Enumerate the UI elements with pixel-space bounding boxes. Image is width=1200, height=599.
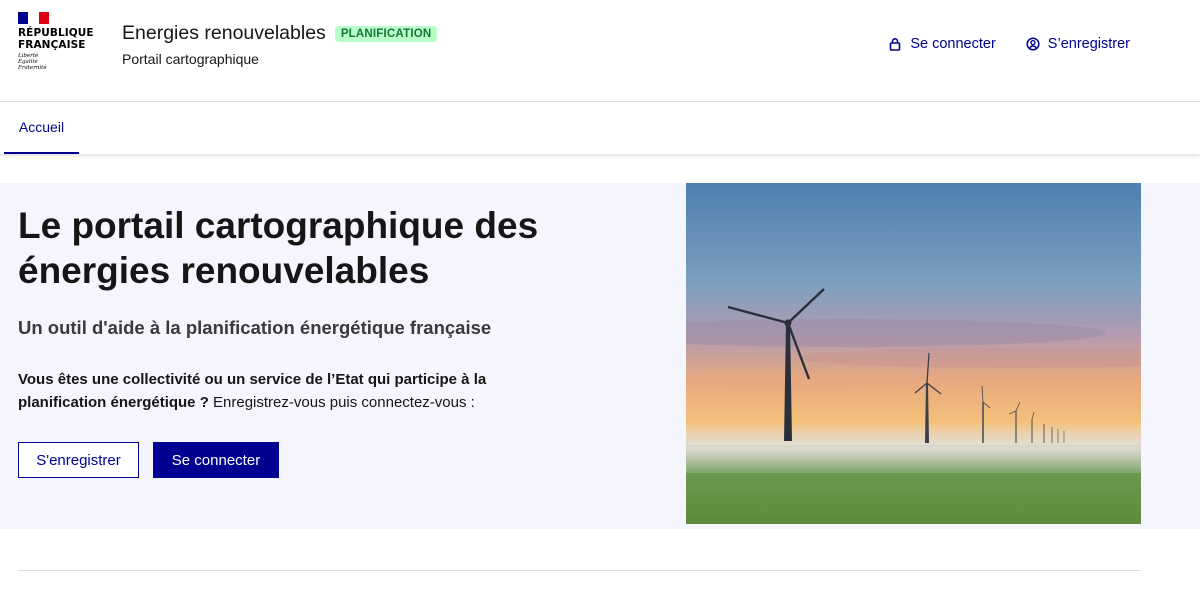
- service-title[interactable]: Energies renouvelables: [122, 22, 326, 45]
- flag-red: [38, 12, 49, 24]
- content-divider: [18, 570, 1141, 571]
- flag-blue: [18, 12, 29, 24]
- header-register-label: S’enregistrer: [1047, 36, 1130, 52]
- header-register-link[interactable]: S’enregistrer: [1026, 36, 1130, 52]
- service-block: Energies renouvelables PLANIFICATION Por…: [122, 22, 438, 67]
- user-circle-icon: [1026, 37, 1040, 51]
- wind-turbines-image: [686, 183, 1141, 524]
- flag-icon: [18, 12, 49, 24]
- republique-francaise-logo[interactable]: RÉPUBLIQUE FRANÇAISE Liberté Égalité Fra…: [18, 12, 98, 71]
- hero-text: Vous êtes une collectivité ou un service…: [18, 368, 538, 414]
- main-navigation: Accueil: [0, 102, 1200, 154]
- logo-motto: Liberté Égalité Fraternité: [18, 53, 47, 71]
- hero-section: Le portail cartographique des énergies r…: [0, 183, 1200, 529]
- header-login-link[interactable]: Se connecter: [888, 36, 996, 52]
- service-tagline: Portail cartographique: [122, 51, 259, 67]
- hero-title: Le portail cartographique des énergies r…: [18, 205, 539, 291]
- hero-subtitle: Un outil d'aide à la planification énerg…: [18, 317, 492, 338]
- header-login-label: Se connecter: [910, 36, 996, 52]
- register-button[interactable]: S'enregistrer: [18, 442, 139, 478]
- site-header: RÉPUBLIQUE FRANÇAISE Liberté Égalité Fra…: [0, 0, 1200, 102]
- flag-white: [28, 12, 39, 24]
- wind-turbines-illustration: [686, 183, 1141, 524]
- lock-icon: [890, 38, 901, 51]
- header-tools: Se connecter S’enregistrer: [888, 36, 1130, 52]
- logo-title: RÉPUBLIQUE FRANÇAISE: [18, 27, 94, 51]
- service-badge: PLANIFICATION: [334, 25, 438, 42]
- service-title-row: Energies renouvelables PLANIFICATION: [122, 22, 438, 45]
- hero-text-regular: Enregistrez-vous puis connectez-vous :: [208, 394, 475, 411]
- nav-item-accueil[interactable]: Accueil: [4, 102, 79, 154]
- login-button[interactable]: Se connecter: [153, 442, 279, 478]
